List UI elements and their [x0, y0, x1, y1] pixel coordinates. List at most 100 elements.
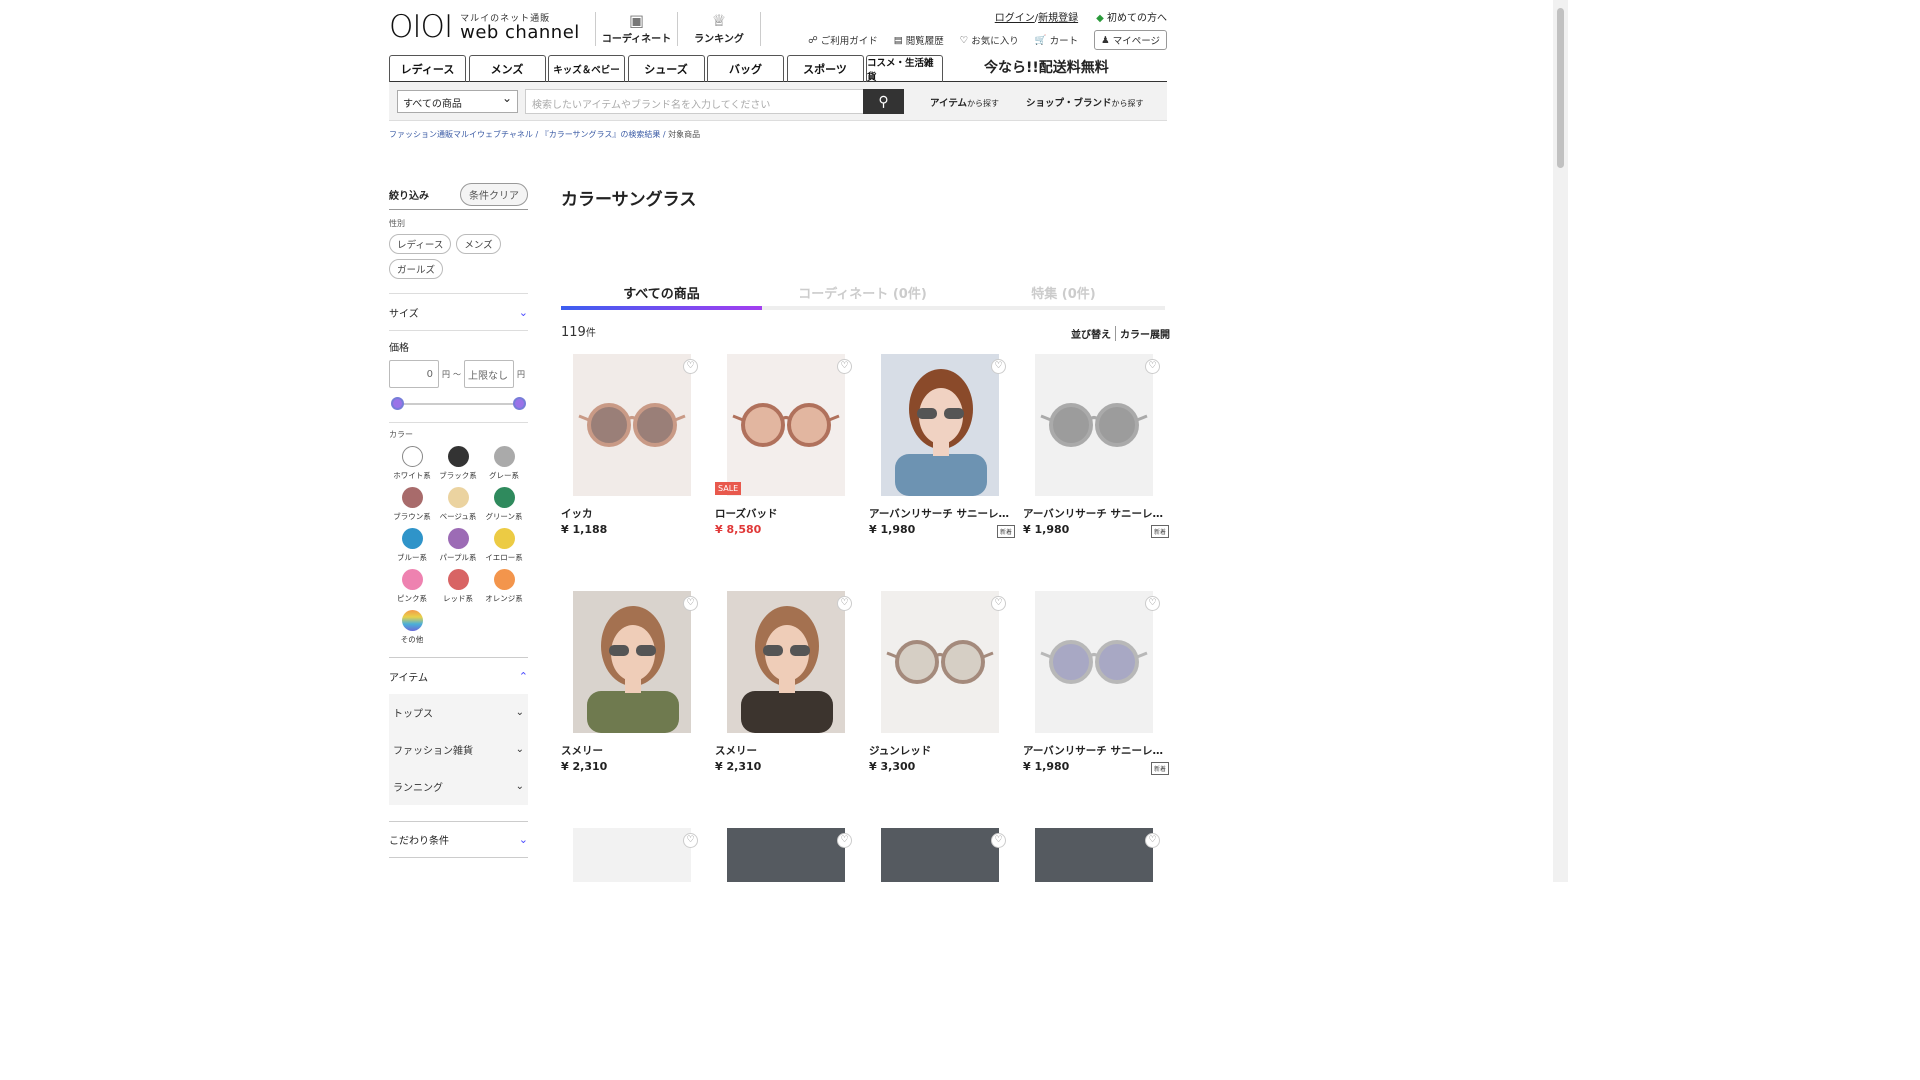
first-time-link[interactable]: ◆ 初めての方へ [1096, 9, 1167, 24]
category-shoes[interactable]: シューズ [627, 55, 705, 82]
history-link[interactable]: ▤ 閲覧履歴 [894, 33, 944, 48]
product-card[interactable]: ♡ [1023, 828, 1173, 882]
tab-feature[interactable]: 特集 (0件) [963, 280, 1164, 306]
sub-item-fashion-goods[interactable]: ファッション雑貨 ⌄ [389, 731, 528, 768]
breadcrumb-search[interactable]: 『カラーサングラス』の検索結果 [541, 130, 661, 139]
category-cosme[interactable]: コスメ・生活雑貨 [866, 55, 943, 83]
search-by-shop-link[interactable]: ショップ・ブランドから探す [1026, 95, 1144, 109]
product-card[interactable]: ♡ ジュンレッド ¥ 3,300 [869, 591, 1019, 781]
scrollbar-thumb[interactable] [1557, 8, 1564, 168]
login-link[interactable]: ログイン [995, 13, 1035, 24]
favorite-heart-icon[interactable]: ♡ [683, 359, 698, 374]
gender-girls[interactable]: ガールズ [389, 259, 444, 279]
favorite-heart-icon[interactable]: ♡ [991, 359, 1006, 374]
favorite-heart-icon[interactable]: ♡ [683, 833, 698, 848]
category-mens[interactable]: メンズ [468, 55, 546, 82]
breadcrumb-home[interactable]: ファッション通販マルイウェブチャネル [389, 130, 533, 139]
color-swatch[interactable]: グレー系 [481, 446, 527, 481]
search-by-item-link[interactable]: アイテムから探す [930, 95, 999, 109]
product-name[interactable]: アーバンリサーチ サニーレーベル [1023, 506, 1171, 521]
product-image[interactable] [1035, 828, 1153, 882]
product-card[interactable]: ♡ スメリー ¥ 2,310 [715, 591, 865, 781]
size-accordion[interactable]: サイズ ⌄ [389, 293, 528, 330]
favorite-heart-icon[interactable]: ♡ [837, 596, 852, 611]
color-swatch[interactable]: ブラック系 [435, 446, 481, 481]
tab-coordinate[interactable]: コーディネート (0件) [762, 280, 963, 306]
favorites-link[interactable]: ♡ お気に入り [960, 33, 1019, 48]
clear-filters-button[interactable]: 条件クリア [460, 183, 528, 206]
register-link[interactable]: 新規登録 [1038, 13, 1078, 24]
gender-ladies[interactable]: レディース [389, 234, 452, 254]
product-card[interactable]: ♡ [561, 828, 711, 882]
color-swatch[interactable]: ベージュ系 [435, 487, 481, 522]
gender-mens[interactable]: メンズ [456, 234, 501, 254]
favorite-heart-icon[interactable]: ♡ [991, 596, 1006, 611]
product-name[interactable]: スメリー [715, 743, 863, 758]
favorite-heart-icon[interactable]: ♡ [683, 596, 698, 611]
guide-link[interactable]: ☍ ご利用ガイド [808, 33, 878, 48]
color-swatch[interactable]: ブルー系 [389, 528, 435, 563]
search-button[interactable]: ⚲ [863, 89, 904, 114]
free-shipping-banner[interactable]: 今なら!!配送料無料 [984, 57, 1109, 77]
search-input[interactable]: 検索したいアイテムやブランド名を入力してください [525, 89, 864, 114]
category-bags[interactable]: バッグ [707, 55, 784, 82]
sub-item-tops[interactable]: トップス ⌄ [389, 694, 528, 731]
product-name[interactable]: ジュンレッド [869, 743, 1017, 758]
price-slider[interactable] [389, 394, 528, 414]
color-swatch[interactable]: オレンジ系 [481, 569, 527, 604]
search-category-select[interactable]: すべての商品 [397, 90, 518, 113]
product-name[interactable]: イッカ [561, 506, 709, 521]
color-swatch[interactable]: ブラウン系 [389, 487, 435, 522]
product-name[interactable]: ローズバッド [715, 506, 863, 521]
tab-all-products[interactable]: すべての商品 [561, 280, 762, 310]
product-card[interactable]: ♡ [715, 828, 865, 882]
category-sports[interactable]: スポーツ [786, 55, 864, 82]
price-max-input[interactable]: 上限なし [464, 360, 514, 388]
scrollbar[interactable] [1553, 0, 1568, 882]
color-swatch[interactable]: ピンク系 [389, 569, 435, 604]
favorite-heart-icon[interactable]: ♡ [837, 833, 852, 848]
color-swatch[interactable]: イエロー系 [481, 528, 527, 563]
product-card[interactable]: ♡ アーバンリサーチ サニーレーベル ¥ 1,980 新着 [869, 354, 1019, 544]
nav-ranking[interactable]: ♕ ランキング [677, 12, 761, 46]
favorite-heart-icon[interactable]: ♡ [837, 359, 852, 374]
product-card[interactable]: ♡ アーバンリサーチ サニーレーベル ¥ 1,980 新着 [1023, 354, 1173, 544]
category-ladies[interactable]: レディース [389, 55, 466, 82]
product-image[interactable] [881, 828, 999, 882]
favorite-heart-icon[interactable]: ♡ [991, 833, 1006, 848]
product-image[interactable] [881, 591, 999, 733]
category-kids[interactable]: キッズ＆ベビー [548, 55, 625, 82]
kodawari-accordion[interactable]: こだわり条件 ⌄ [389, 821, 528, 858]
nav-coordinate[interactable]: ▣ コーディネート [595, 12, 677, 46]
favorite-heart-icon[interactable]: ♡ [1145, 833, 1160, 848]
product-image[interactable] [573, 591, 691, 733]
product-card[interactable]: ♡ アーバンリサーチ サニーレーベル ¥ 1,980 新着 [1023, 591, 1173, 781]
favorite-heart-icon[interactable]: ♡ [1145, 596, 1160, 611]
product-image[interactable] [881, 354, 999, 496]
product-name[interactable]: アーバンリサーチ サニーレーベル [1023, 743, 1171, 758]
slider-min-handle[interactable] [391, 397, 404, 410]
color-swatch[interactable]: グリーン系 [481, 487, 527, 522]
product-card[interactable]: ♡ SALE ローズバッド ¥ 8,580 [715, 354, 865, 544]
product-card[interactable]: ♡ [869, 828, 1019, 882]
product-image[interactable] [573, 354, 691, 496]
product-image[interactable] [727, 354, 845, 496]
product-card[interactable]: ♡ スメリー ¥ 2,310 [561, 591, 711, 781]
price-min-input[interactable]: 0 [389, 360, 439, 388]
product-image[interactable] [727, 828, 845, 882]
item-accordion[interactable]: アイテム ⌃ [389, 657, 528, 694]
color-swatch[interactable]: パープル系 [435, 528, 481, 563]
mypage-button[interactable]: ♟ マイページ [1094, 30, 1167, 50]
product-name[interactable]: スメリー [561, 743, 709, 758]
site-logo[interactable]: OIOI マルイのネット通販 web channel [389, 12, 580, 43]
favorite-heart-icon[interactable]: ♡ [1145, 359, 1160, 374]
product-name[interactable]: アーバンリサーチ サニーレーベル [869, 506, 1017, 521]
product-card[interactable]: ♡ イッカ ¥ 1,188 [561, 354, 711, 544]
color-swatch[interactable]: ホワイト系 [389, 446, 435, 481]
sort-button[interactable]: 並び替え [1071, 326, 1116, 341]
product-image[interactable] [1035, 354, 1153, 496]
color-swatch[interactable]: レッド系 [435, 569, 481, 604]
product-image[interactable] [1035, 591, 1153, 733]
slider-max-handle[interactable] [513, 397, 526, 410]
sub-item-running[interactable]: ランニング ⌄ [389, 768, 528, 805]
